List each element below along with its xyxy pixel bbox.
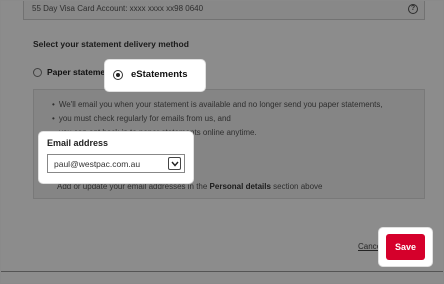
email-address-highlight: Email address paul@westpac.com.au — [39, 132, 193, 183]
bottom-divider — [1, 271, 443, 272]
account-row: 55 Day Visa Card Account: xxxx xxxx xx98… — [23, 1, 425, 20]
paper-statements-radio[interactable] — [33, 68, 42, 77]
estatements-label[interactable]: eStatements — [131, 69, 188, 80]
estatements-radio[interactable] — [113, 70, 123, 80]
update-note-prefix: Add or update your email addresses in th… — [57, 182, 210, 191]
statement-delivery-dialog: 55 Day Visa Card Account: xxxx xxxx xx98… — [0, 0, 444, 284]
help-icon[interactable]: ? — [408, 4, 418, 14]
personal-details-link: Personal details — [209, 182, 271, 191]
info-bullet: you must check regularly for emails from… — [52, 112, 383, 126]
info-bullet: We'll email you when your statement is a… — [52, 98, 383, 112]
save-highlight: Save — [379, 228, 432, 266]
email-address-select[interactable]: paul@westpac.com.au — [47, 154, 185, 173]
chevron-down-icon[interactable] — [168, 157, 181, 170]
email-selected-value: paul@westpac.com.au — [54, 159, 141, 169]
paper-statements-label[interactable]: Paper statements — [47, 67, 107, 77]
email-address-label: Email address — [47, 138, 109, 148]
estatements-option-highlight[interactable]: eStatements — [105, 60, 205, 91]
delivery-section-title: Select your statement delivery method — [33, 39, 189, 49]
update-note-suffix: section above — [270, 182, 323, 191]
update-email-note: Add or update your email addresses in th… — [57, 182, 323, 191]
save-button[interactable]: Save — [386, 234, 425, 260]
account-label: 55 Day Visa Card Account: xxxx xxxx xx98… — [32, 4, 204, 13]
